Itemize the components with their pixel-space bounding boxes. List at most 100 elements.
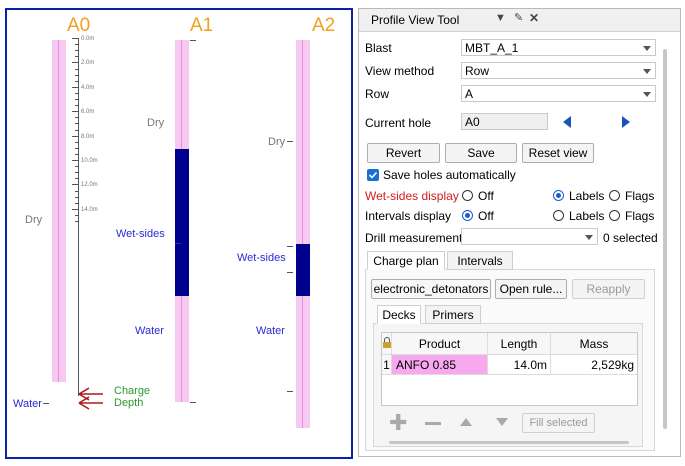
depth-minor-tick — [75, 99, 78, 100]
checkmark-icon — [368, 171, 378, 179]
a2-dry-tick — [287, 141, 293, 142]
depth-minor-tick — [75, 190, 78, 192]
depth-minor-tick — [75, 221, 78, 222]
move-up-icon[interactable] — [459, 417, 473, 427]
revert-button[interactable]: Revert — [367, 143, 440, 163]
depth-minor-tick — [75, 172, 78, 174]
wet-sides-labels-radio[interactable] — [553, 190, 564, 201]
hole-label-a0: A0 — [67, 15, 91, 36]
depth-minor-tick — [75, 153, 78, 155]
close-icon[interactable]: ✕ — [529, 11, 539, 25]
depth-tick-label: 8.0m — [81, 133, 95, 140]
save-button[interactable]: Save — [445, 143, 517, 163]
depth-minor-tick — [75, 141, 78, 143]
wet-sides-display-label: Wet-sides display — [365, 189, 459, 203]
move-down-icon[interactable] — [495, 417, 509, 427]
blast-select[interactable]: MBT_A_1 — [461, 39, 656, 56]
depth-minor-tick — [75, 196, 78, 198]
depth-major-tick — [72, 135, 78, 137]
row-select[interactable]: A — [461, 85, 656, 102]
a0-water-marker — [43, 403, 49, 404]
hole-a2-column[interactable] — [296, 40, 310, 428]
add-deck-icon[interactable]: ✚ — [389, 412, 407, 434]
hole-a2-wet-section — [296, 244, 310, 296]
tab-decks[interactable]: Decks — [377, 305, 421, 324]
blast-label: Blast — [365, 41, 392, 55]
header-mass[interactable]: Mass — [551, 333, 637, 355]
chevron-down-icon — [643, 92, 651, 97]
next-hole-icon[interactable] — [621, 115, 631, 129]
save-auto-label: Save holes automatically — [383, 168, 516, 182]
charge-depth-arrow-icon[interactable] — [75, 386, 105, 410]
decks-table: Product Length Mass 1 ANFO 0.85 14.0m 2,… — [381, 332, 638, 406]
row-index: 1 — [382, 355, 392, 375]
depth-minor-tick — [75, 105, 78, 107]
wet-sides-flags-radio[interactable] — [609, 190, 620, 201]
tab-primers[interactable]: Primers — [425, 305, 481, 324]
header-product[interactable]: Product — [392, 333, 488, 355]
blast-value: MBT_A_1 — [465, 41, 519, 55]
depth-minor-tick — [75, 80, 78, 82]
a2-bottom-tick — [287, 391, 293, 392]
hole-a1-wet-section — [175, 149, 189, 296]
intervals-off-radio[interactable] — [462, 210, 473, 221]
wet-sides-off-radio[interactable] — [462, 190, 473, 201]
depth-minor-tick — [75, 117, 78, 119]
depth-tick-label: 0.0m — [81, 36, 95, 42]
tab-intervals[interactable]: Intervals — [447, 251, 513, 270]
reset-view-button[interactable]: Reset view — [522, 143, 594, 163]
a2-wet-tick-2 — [287, 272, 293, 273]
cell-length[interactable]: 14.0m — [488, 355, 551, 375]
profile-canvas[interactable]: A0 A1 A2 0.0m 2.0m 4.0m 6.0m 8.0m 10.0m 12.0m 1… — [5, 8, 353, 459]
drill-selected-count: 0 selected — [603, 231, 658, 245]
depth-major-tick — [72, 184, 78, 186]
profile-view-tool-panel: Profile View Tool ▼ ✎ ✕ Blast MBT_A_1 Vi… — [358, 8, 681, 457]
a1-wet-marker — [175, 243, 181, 244]
hole-a0-centerline — [58, 40, 59, 382]
open-rule-button[interactable]: Open rule... — [495, 279, 567, 299]
intervals-flags-label: Flags — [625, 209, 655, 223]
rule-field[interactable]: electronic_detonators — [371, 279, 491, 299]
current-hole-label: Current hole — [365, 116, 432, 130]
save-auto-checkbox[interactable] — [367, 169, 379, 181]
fill-selected-button[interactable]: Fill selected — [522, 413, 595, 433]
depth-minor-tick — [75, 123, 78, 125]
remove-deck-icon[interactable] — [425, 422, 441, 425]
a1-water-label: Water — [135, 325, 164, 337]
intervals-labels-label: Labels — [569, 209, 605, 223]
chevron-down-icon — [643, 46, 651, 51]
previous-hole-icon[interactable] — [562, 115, 572, 129]
panel-title-bar: Profile View Tool ▼ ✎ ✕ — [359, 9, 680, 32]
cell-mass[interactable]: 2,529kg — [551, 355, 637, 375]
drill-measurements-label: Drill measurements — [365, 231, 469, 245]
intervals-labels-radio[interactable] — [553, 210, 564, 221]
horizontal-scrollbar[interactable] — [389, 441, 629, 444]
panel-title: Profile View Tool — [371, 13, 460, 27]
drill-measurements-select[interactable] — [461, 228, 598, 245]
chevron-down-icon — [585, 235, 593, 240]
chevron-down-icon — [643, 69, 651, 74]
hole-a0-column[interactable] — [52, 40, 66, 382]
depth-minor-tick — [75, 92, 78, 94]
a0-water-label: Water — [13, 398, 42, 410]
view-method-label: View method — [365, 64, 435, 78]
a1-dry-label: Dry — [147, 117, 165, 129]
a2-dry-label: Dry — [268, 136, 286, 148]
depth-minor-tick — [75, 202, 78, 204]
depth-ruler — [78, 38, 79, 396]
tab-charge-plan[interactable]: Charge plan — [367, 251, 445, 270]
dropdown-icon[interactable]: ▼ — [495, 12, 506, 24]
header-length[interactable]: Length — [488, 333, 551, 355]
pin-icon[interactable]: ✎ — [514, 11, 523, 24]
vertical-scrollbar[interactable] — [663, 49, 667, 429]
a2-wet-tick — [287, 246, 293, 247]
reapply-button[interactable]: Reapply — [572, 279, 645, 299]
depth-minor-tick — [75, 50, 78, 52]
hole-label-a1: A1 — [190, 15, 214, 36]
intervals-off-label: Off — [478, 209, 494, 223]
cell-product[interactable]: ANFO 0.85 — [392, 355, 488, 375]
depth-major-tick — [72, 160, 78, 161]
intervals-flags-radio[interactable] — [609, 210, 620, 221]
depth-minor-tick — [75, 178, 78, 180]
view-method-select[interactable]: Row — [461, 62, 656, 79]
